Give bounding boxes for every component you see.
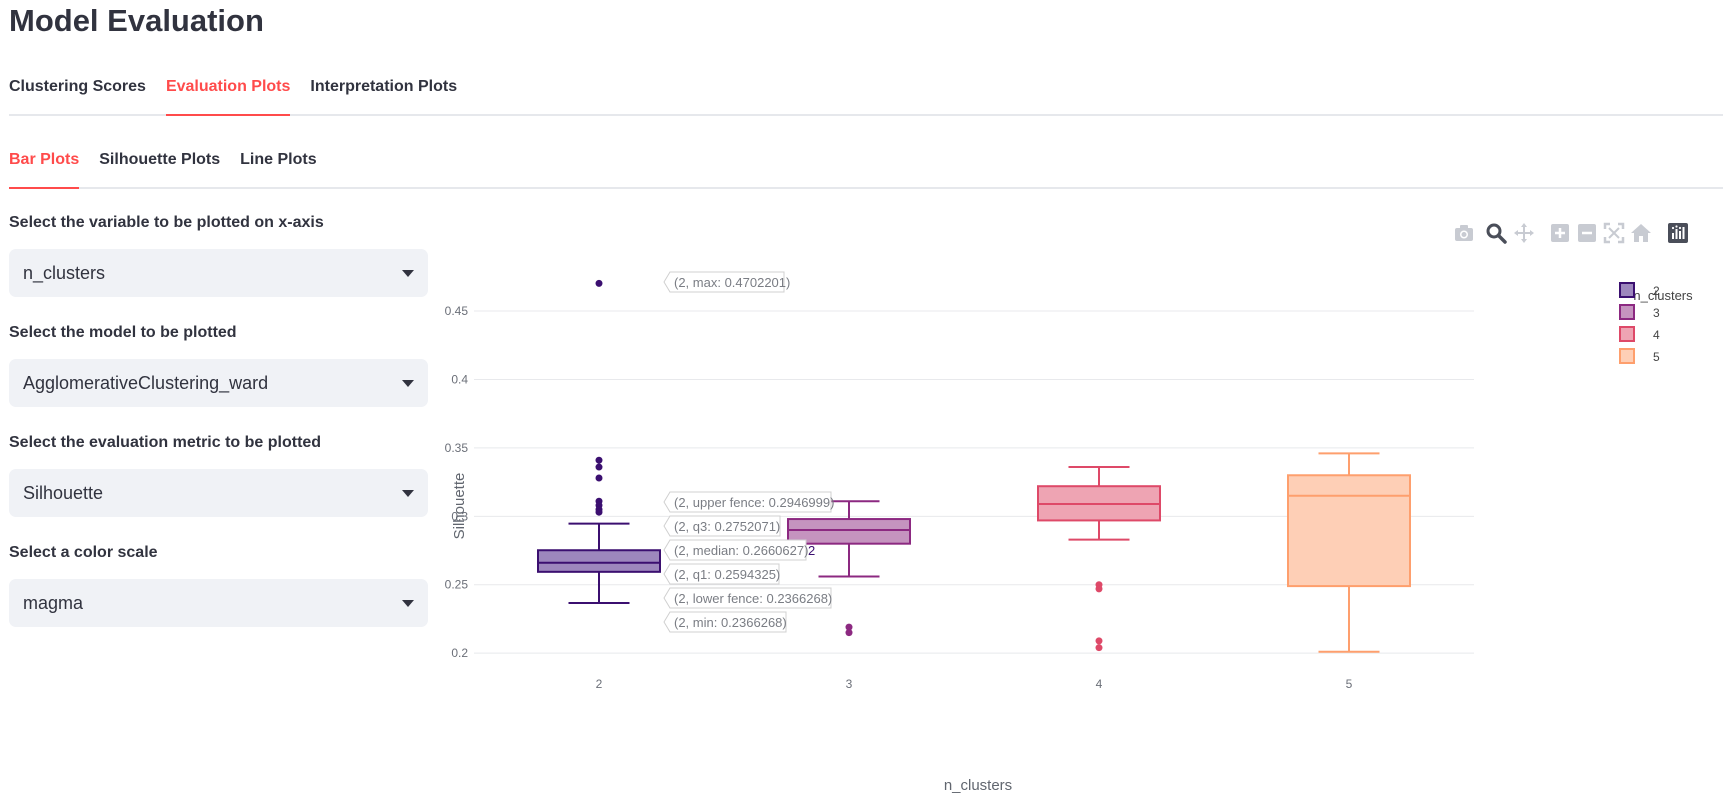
legend-label: 5 xyxy=(1653,350,1660,364)
chevron-down-icon xyxy=(402,379,414,387)
metric-select-value: Silhouette xyxy=(23,482,104,503)
hover-min: (2, min: 0.2366268) xyxy=(663,611,787,633)
page-title: Model Evaluation xyxy=(9,3,264,38)
box-2 xyxy=(537,279,661,605)
tab-interpretation-plots[interactable]: Interpretation Plots xyxy=(310,78,457,114)
iqr-box xyxy=(537,549,661,573)
hover-median-text: (2, median: 0.2660627) xyxy=(674,543,808,558)
hover-upper-fence: (2, upper fence: 0.2946999) xyxy=(663,491,834,513)
plot-modebar xyxy=(1450,221,1725,245)
outlier-point xyxy=(595,463,603,471)
zoom-in-icon[interactable] xyxy=(1548,221,1572,245)
box-5 xyxy=(1287,452,1411,653)
chevron-down-icon xyxy=(402,489,414,497)
plotly-logo-icon[interactable] xyxy=(1666,221,1690,245)
iqr-box xyxy=(1287,474,1411,588)
x-axis-select[interactable]: n_clusters xyxy=(9,249,428,297)
outlier-point xyxy=(595,279,603,287)
hover-max: (2, max: 0.4702201) xyxy=(663,271,790,293)
x-tick-label: 2 xyxy=(596,677,603,691)
color-scale-select[interactable]: magma xyxy=(9,579,428,627)
axis-ticks: 0.20.250.30.350.40.452 3 4 5 xyxy=(445,304,1353,691)
box-3 xyxy=(787,500,911,637)
outlier-point xyxy=(595,456,603,464)
pan-icon[interactable] xyxy=(1512,221,1536,245)
chevron-down-icon xyxy=(402,269,414,277)
legend-item-5: 5 xyxy=(1619,348,1660,364)
hover-q1: (2, q1: 0.2594325) xyxy=(663,563,780,585)
outlier-point xyxy=(1095,585,1103,593)
outlier-point xyxy=(1095,637,1103,645)
model-select-label: Select the model to be plotted xyxy=(9,324,237,341)
hover-q3: (2, q3: 0.2752071) xyxy=(663,515,781,537)
tab-evaluation-plots[interactable]: Evaluation Plots xyxy=(165,78,291,116)
hover-median: (2, median: 0.2660627) 2 xyxy=(663,539,815,561)
tab-bar-plots[interactable]: Bar Plots xyxy=(9,151,80,189)
chevron-down-icon xyxy=(402,599,414,607)
hover-lower-fence-text: (2, lower fence: 0.2366268) xyxy=(674,591,832,606)
x-axis-select-label: Select the variable to be plotted on x-a… xyxy=(9,214,324,231)
color-scale-select-label: Select a color scale xyxy=(9,544,158,561)
x-tick-label: 3 xyxy=(846,677,853,691)
tab-silhouette-plots[interactable]: Silhouette Plots xyxy=(99,151,220,187)
hover-upper-fence-text: (2, upper fence: 0.2946999) xyxy=(674,495,834,510)
hover-q3-text: (2, q3: 0.2752071) xyxy=(674,519,780,534)
legend-item-4: 4 xyxy=(1619,326,1660,342)
box-plot-svg: 0.20.250.30.350.40.452 3 4 5 n_clusters Sil… xyxy=(445,271,1693,794)
tab-line-plots[interactable]: Line Plots xyxy=(240,151,316,187)
reset-axes-icon[interactable] xyxy=(1629,221,1653,245)
x-axis-title: n_clusters xyxy=(944,777,1012,794)
model-select-value: AgglomerativeClustering_ward xyxy=(23,372,269,393)
legend-title: n_clusters xyxy=(1633,288,1693,303)
x-tick-label: 5 xyxy=(1346,677,1353,691)
hover-q1-text: (2, q1: 0.2594325) xyxy=(674,567,780,582)
model-select[interactable]: AgglomerativeClustering_ward xyxy=(9,359,428,407)
box-4 xyxy=(1037,466,1161,652)
autoscale-icon[interactable] xyxy=(1602,221,1626,245)
outlier-point xyxy=(595,474,603,482)
legend-label: 3 xyxy=(1653,306,1660,320)
metric-select[interactable]: Silhouette xyxy=(9,469,428,517)
legend-swatch xyxy=(1619,282,1635,298)
sub-tabs: Bar Plots Silhouette Plots Line Plots xyxy=(9,151,1723,189)
x-axis-select-value: n_clusters xyxy=(23,262,106,283)
y-tick-label: 0.2 xyxy=(451,646,468,660)
main-tabs: Clustering Scores Evaluation Plots Inter… xyxy=(9,78,1723,116)
outlier-point xyxy=(595,508,603,516)
legend-item-3: 3 xyxy=(1619,304,1660,320)
hover-labels: (2, max: 0.4702201) (2, upper fence: 0.2… xyxy=(663,271,834,633)
y-tick-label: 0.25 xyxy=(445,578,469,592)
legend-label: 4 xyxy=(1653,328,1660,342)
y-axis-title: Silhouette xyxy=(451,473,468,540)
hover-max-text: (2, max: 0.4702201) xyxy=(674,275,790,290)
legend-swatch xyxy=(1619,304,1635,320)
legend-swatch xyxy=(1619,326,1635,342)
zoom-icon[interactable] xyxy=(1484,221,1508,245)
tab-clustering-scores[interactable]: Clustering Scores xyxy=(9,78,146,114)
outlier-point xyxy=(845,629,853,637)
box-plot-chart[interactable]: 0.2 0.25 0.3 0.35 0.4 0.45 2 3 4 5 n_clusters Sil… xyxy=(440,270,1730,797)
legend: n_clusters 2 3 4 5 xyxy=(1619,282,1693,364)
legend-swatch xyxy=(1619,348,1635,364)
y-tick-label: 0.35 xyxy=(445,441,469,455)
hover-lower-fence: (2, lower fence: 0.2366268) xyxy=(663,587,832,609)
legend-label: 2 xyxy=(1653,284,1660,298)
hover-trace-name: 2 xyxy=(808,543,815,558)
zoom-out-icon[interactable] xyxy=(1575,221,1599,245)
metric-select-label: Select the evaluation metric to be plott… xyxy=(9,434,322,451)
y-tick-label: 0.4 xyxy=(451,372,468,386)
y-tick-label: 0.45 xyxy=(445,304,469,318)
hover-min-text: (2, min: 0.2366268) xyxy=(674,615,787,630)
x-tick-label: 4 xyxy=(1096,677,1103,691)
camera-icon[interactable] xyxy=(1452,221,1476,245)
color-scale-select-value: magma xyxy=(23,592,84,613)
outlier-point xyxy=(1095,644,1103,652)
